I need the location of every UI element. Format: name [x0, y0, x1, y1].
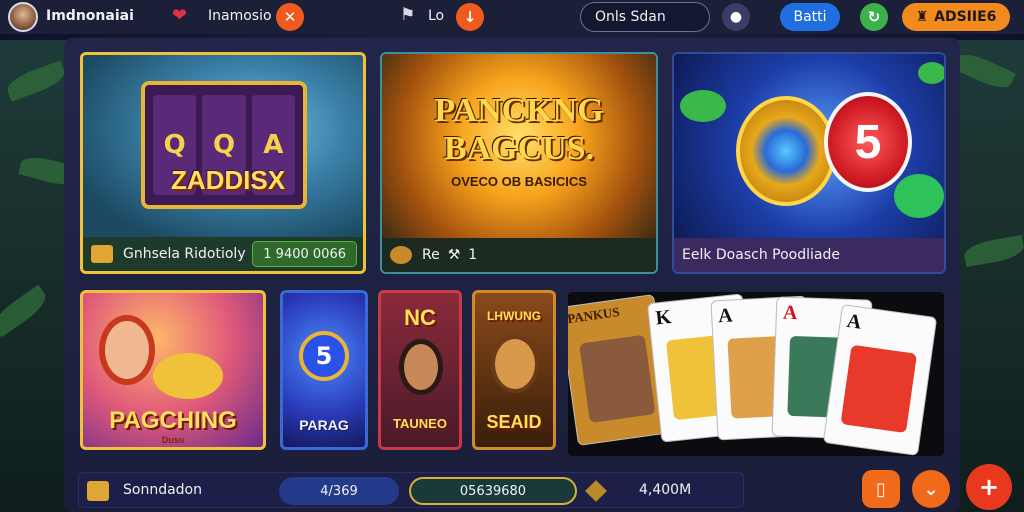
lo-dropdown-button[interactable]: ↓	[456, 3, 484, 31]
gold-bar-icon	[87, 481, 109, 501]
game-art: Q Q A ZADDISX	[83, 55, 363, 240]
coin-icon	[736, 96, 836, 206]
chevron-down-icon: ↓	[463, 8, 477, 26]
character-art	[579, 334, 656, 424]
amount-button[interactable]: 1 9400 0066	[252, 241, 357, 267]
chevron-down-icon: ⌄	[923, 478, 939, 500]
trophy-icon: ♜	[915, 9, 929, 25]
gift-icon[interactable]: ⚑	[400, 5, 415, 25]
batti-button[interactable]: Batti	[780, 3, 840, 31]
game-title: PANCKNG BAGCUS.	[382, 92, 656, 168]
tile-title: PARAG	[299, 417, 349, 433]
game-title: ZADDISX	[170, 165, 286, 195]
gem-icon	[680, 90, 726, 122]
game-tile-nc[interactable]: NC TAUNEO	[378, 290, 462, 450]
game-title-line-1: PANCKNG	[434, 92, 604, 129]
card-rank: A	[717, 304, 734, 328]
add-button[interactable]: +	[966, 464, 1012, 510]
location-pin-icon: ●	[729, 9, 743, 25]
bottom-amount: 4,400M	[639, 482, 692, 498]
gem-icon	[918, 62, 944, 84]
app-title: Imdnonaiai	[46, 8, 134, 24]
coin-icon	[390, 246, 412, 264]
badge-art: 5	[299, 331, 349, 381]
promo-label[interactable]: Inamosio	[208, 8, 272, 24]
avatar[interactable]	[8, 2, 38, 32]
expand-button[interactable]: ⌄	[912, 470, 950, 508]
tile-subtitle: TAUNEO	[393, 416, 447, 431]
bottom-bar: Sonndadon 4/369 05639680 4,400M	[78, 472, 744, 508]
card-title: PANKUS	[568, 304, 621, 327]
close-promo-button[interactable]: ✕	[276, 3, 304, 31]
stat-pill-highlighted[interactable]: 05639680	[409, 477, 577, 505]
featured-game-zaddisx[interactable]: Q Q A ZADDISX Gnhsela Ridotioly 1 9400 0…	[80, 52, 366, 274]
tile-title: LHWUNG	[487, 309, 541, 323]
card-label: Eelk Doasch Poodliade	[682, 247, 840, 263]
bottom-label: Sonndadon	[123, 482, 202, 498]
card-count: 1	[468, 247, 478, 263]
lo-label[interactable]: Lo	[428, 8, 444, 24]
card-rank: K	[654, 306, 673, 330]
close-icon: ✕	[283, 8, 297, 26]
game-subtitle: OVECO OB BASICICS	[451, 174, 587, 189]
card-game-tile[interactable]: PANKUS K A A A	[568, 292, 944, 456]
tile-title: NC	[404, 305, 436, 330]
gem-icon	[894, 174, 944, 218]
card-label: Gnhsela Ridotioly	[123, 246, 246, 262]
featured-game-coins[interactable]: 5 Eelk Doasch Poodliade	[672, 52, 946, 274]
card-footer: Re ⚒ 1	[382, 238, 656, 272]
game-art: 5	[674, 54, 944, 239]
number-badge: 5	[824, 92, 912, 192]
game-tile-seaid[interactable]: LHWUNG SEAID	[472, 290, 556, 450]
location-button[interactable]: ●	[722, 3, 750, 31]
wallet-icon: ▯	[876, 478, 886, 500]
tile-subtitle: Dusu	[161, 435, 185, 445]
refresh-button[interactable]: ↻	[860, 3, 888, 31]
card-art	[840, 344, 917, 434]
card-rank: A	[845, 309, 863, 334]
character-art	[491, 335, 539, 393]
plus-icon: +	[978, 473, 1000, 501]
card-footer: Gnhsela Ridotioly 1 9400 0066	[83, 237, 363, 271]
game-art: PANCKNG BAGCUS. OVECO OB BASICICS	[382, 54, 656, 239]
playing-card: A	[822, 304, 938, 456]
balance-value: ADSIIE6	[934, 9, 997, 25]
refresh-icon: ↻	[867, 8, 881, 26]
tools-icon: ⚒	[447, 247, 461, 263]
search-input[interactable]: Onls Sdan	[580, 2, 710, 32]
balance-badge[interactable]: ♜ ADSIIE6	[902, 3, 1010, 31]
character-art	[399, 339, 443, 395]
coin-art	[153, 353, 223, 399]
stat-pill[interactable]: 4/369	[279, 477, 399, 505]
wallet-button[interactable]: ▯	[862, 470, 900, 508]
card-label: Re	[422, 247, 440, 263]
heart-icon[interactable]: ❤	[172, 5, 187, 26]
card-rank: A	[782, 301, 798, 325]
game-title-line-2: BAGCUS.	[443, 130, 595, 167]
top-bar: Imdnonaiai ❤ Inamosio ✕ ⚑ Lo ↓ Onls Sdan…	[0, 0, 1024, 34]
game-tile-parag[interactable]: 5 PARAG	[280, 290, 368, 450]
game-tile-pagching[interactable]: PAGCHING Dusu	[80, 290, 266, 450]
tile-title: PAGCHING	[109, 407, 237, 434]
character-art	[99, 315, 155, 385]
tile-subtitle: SEAID	[486, 412, 542, 432]
diamond-icon	[585, 480, 607, 502]
gold-bar-icon	[91, 245, 113, 263]
featured-game-bagcus[interactable]: PANCKNG BAGCUS. OVECO OB BASICICS Re ⚒ 1	[380, 52, 658, 274]
tile-number: 5	[315, 342, 333, 370]
card-footer: Eelk Doasch Poodliade	[674, 238, 944, 272]
